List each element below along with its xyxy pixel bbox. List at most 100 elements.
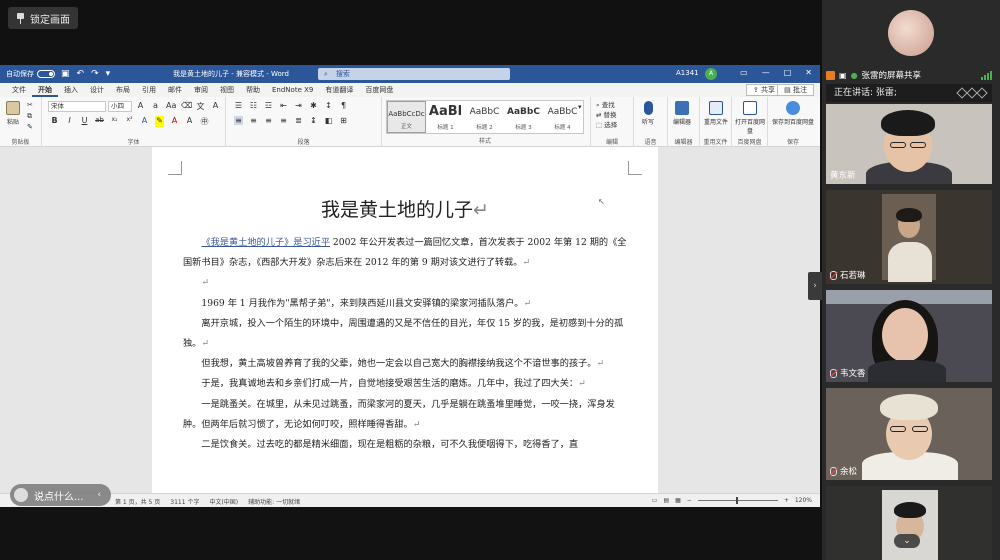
style-heading-4[interactable]: AaBbC 标题 4 [543,101,582,133]
align-right-icon[interactable]: ≡ [264,116,273,125]
char-shading-icon[interactable]: A [185,116,194,127]
lock-screen-button[interactable]: 锁定画面 [8,7,78,29]
collapse-chat-icon[interactable]: ‹ [98,490,102,500]
multilevel-icon[interactable]: ☲ [264,101,273,110]
participant-video[interactable]: 黄东新 [826,104,992,184]
align-center-icon[interactable]: ≡ [249,116,258,125]
numbering-icon[interactable]: ☷ [249,101,258,110]
minimize-icon[interactable]: — [762,68,770,77]
document-canvas[interactable]: ↖ 我是黄土地的儿子↵ 《我是黄土地的儿子》是习近平 2002 年公开发表过一篇… [0,147,820,493]
language-status[interactable]: 中文(中国) [209,497,238,506]
show-marks-icon[interactable]: ¶ [339,101,348,110]
open-baidu-button[interactable]: 打开百度网盘 [734,101,766,135]
presenter-tile[interactable] [826,0,992,66]
tab-help[interactable]: 帮助 [240,83,266,97]
phonetic-icon[interactable]: 文 [196,101,205,112]
distributed-icon[interactable]: ≣ [294,116,303,125]
save-icon[interactable]: ▣ [61,69,70,79]
italic-icon[interactable]: I [65,116,74,127]
find-button[interactable]: ⌕ 查找 [596,100,617,110]
style-normal[interactable]: AaBbCcDc 正文 [387,101,426,133]
reuse-files-button[interactable]: 重用文件 [703,101,729,126]
ribbon-display-icon[interactable]: ▭ [740,68,748,77]
strikethrough-icon[interactable]: ab [95,116,104,127]
tab-insert[interactable]: 插入 [58,83,84,97]
change-case-icon[interactable]: Aa [166,101,176,112]
borders-icon[interactable]: ⊞ [339,116,348,125]
font-size-select[interactable]: 小四 [108,101,132,112]
tab-view[interactable]: 视图 [214,83,240,97]
superscript-icon[interactable]: x² [125,116,134,127]
participant-video[interactable] [826,486,992,560]
tab-baidu[interactable]: 百度网盘 [359,83,399,97]
enclose-char-icon[interactable]: ㊥ [200,116,209,127]
tab-references[interactable]: 引用 [136,83,162,97]
tab-file[interactable]: 文件 [6,83,32,97]
format-painter-icon[interactable]: ✎ [27,123,33,131]
shrink-font-icon[interactable]: a [151,101,160,112]
comments-button[interactable]: ▤ 批注 [777,84,814,96]
decrease-indent-icon[interactable]: ⇤ [279,101,288,110]
tab-design[interactable]: 设计 [84,83,110,97]
save-baidu-button[interactable]: 保存到百度网盘 [772,101,814,126]
chat-input-button[interactable]: 说点什么... ‹ [10,484,112,506]
tab-review[interactable]: 审阅 [188,83,214,97]
line-spacing-icon[interactable]: ↨ [309,116,318,125]
customize-icon[interactable]: ▾ [106,69,111,79]
copy-icon[interactable]: ⧉ [27,112,32,121]
grow-font-icon[interactable]: A [136,101,145,112]
underline-icon[interactable]: U [80,116,89,127]
dictate-button[interactable]: 听写 [642,101,654,126]
select-button[interactable]: ⬚ 选择 [596,120,617,130]
tab-layout[interactable]: 布局 [110,83,136,97]
justify-icon[interactable]: ≡ [279,116,288,125]
increase-indent-icon[interactable]: ⇥ [294,101,303,110]
zoom-slider[interactable] [697,497,778,504]
layout-switch-icon[interactable] [956,87,988,99]
tab-home[interactable]: 开始 [32,83,58,97]
accessibility-status[interactable]: 辅助功能: 一切就绪 [248,497,300,506]
styles-expand-icon[interactable]: ▾ [578,103,582,111]
user-avatar[interactable]: A [705,68,717,80]
editor-button[interactable]: 编辑器 [673,101,691,126]
page-count[interactable]: 第 1 页，共 5 页 [115,497,160,506]
web-layout-icon[interactable]: ▦ [675,497,681,504]
participant-video[interactable]: 石若琳 [826,190,992,284]
align-left-icon[interactable]: ≡ [234,116,243,125]
close-icon[interactable]: ✕ [805,68,812,77]
focus-mode-icon[interactable]: ▭ [652,497,658,504]
tab-mailings[interactable]: 邮件 [162,83,188,97]
document-page[interactable]: ↖ 我是黄土地的儿子↵ 《我是黄土地的儿子》是习近平 2002 年公开发表过一篇… [152,147,658,493]
zoom-in-icon[interactable]: + [784,497,789,504]
tab-youdao[interactable]: 有道翻译 [319,83,359,97]
print-layout-icon[interactable]: ▤ [663,497,669,504]
paste-button[interactable]: 粘贴 [6,101,20,126]
participant-video[interactable]: 韦文香 [826,290,992,382]
replace-button[interactable]: ⇄ 替换 [596,110,617,120]
maximize-icon[interactable]: □ [784,68,792,77]
char-border-icon[interactable]: A [211,101,220,112]
font-name-select[interactable]: 宋体 [48,101,106,112]
text-effects-icon[interactable]: A [140,116,149,127]
shading-icon[interactable]: ◧ [324,116,333,125]
word-count[interactable]: 3111 个字 [170,497,199,506]
search-box[interactable]: ⌕ 搜索 [318,68,510,80]
article-link[interactable]: 《我是黄土地的儿子》是习近平 [201,237,330,248]
sort-icon[interactable]: ↕ [324,101,333,110]
autosave-toggle[interactable]: 自动保存 [6,69,61,79]
bullets-icon[interactable]: ☰ [234,101,243,110]
subscript-icon[interactable]: x₂ [110,116,119,127]
expand-panel-button[interactable]: ⌄ [894,534,920,548]
panel-collapse-button[interactable]: › [808,272,822,300]
tab-endnote[interactable]: EndNote X9 [266,83,319,97]
style-heading-3[interactable]: AaBbC 标题 3 [504,101,543,133]
zoom-level[interactable]: 120% [795,497,812,504]
style-heading-1[interactable]: AaBl 标题 1 [426,101,465,133]
style-heading-2[interactable]: AaBbC 标题 2 [465,101,504,133]
highlight-icon[interactable]: ✎ [155,116,164,127]
redo-icon[interactable]: ↷ [91,69,99,79]
participant-video[interactable]: 余松 [826,388,992,480]
cut-icon[interactable]: ✂ [27,101,33,109]
font-color-icon[interactable]: A [170,116,179,127]
bold-icon[interactable]: B [50,116,59,127]
